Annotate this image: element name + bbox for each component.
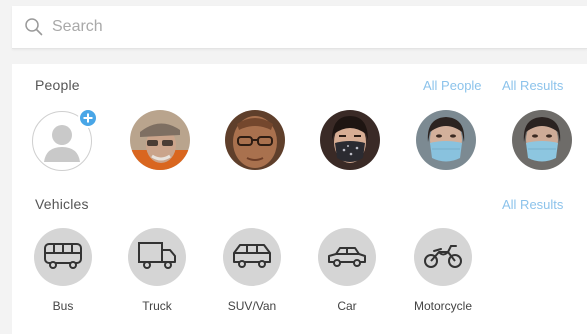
- car-icon: [328, 247, 366, 267]
- truck-icon: [138, 242, 176, 269]
- person-avatar-4[interactable]: [416, 110, 476, 170]
- plus-icon: [78, 108, 98, 128]
- vehicle-label: Truck: [142, 299, 172, 313]
- vehicle-label: Motorcycle: [413, 299, 472, 313]
- all-people-link[interactable]: All People: [423, 78, 482, 93]
- motorcycle-icon: [424, 245, 462, 268]
- bus-icon: [44, 243, 82, 269]
- vehicles-section-title: Vehicles: [35, 196, 89, 212]
- person-avatar-2[interactable]: [225, 110, 285, 170]
- search-icon: [25, 18, 43, 36]
- vehicle-label: Bus: [52, 299, 74, 313]
- vehicle-bus[interactable]: Bus: [28, 228, 98, 313]
- vehicle-truck[interactable]: Truck: [122, 228, 192, 313]
- person-avatar-1[interactable]: [130, 110, 190, 170]
- vehicle-car[interactable]: Car: [312, 228, 382, 313]
- search-input[interactable]: [52, 15, 472, 39]
- person-avatar-5[interactable]: [512, 110, 572, 170]
- vehicle-label: SUV/Van: [227, 299, 277, 313]
- person-avatar-3[interactable]: [320, 110, 380, 170]
- vehicle-label: Car: [337, 299, 357, 313]
- suv-van-icon: [233, 244, 271, 268]
- search-bar[interactable]: [12, 6, 587, 49]
- vehicle-suv-van[interactable]: SUV/Van: [217, 228, 287, 313]
- people-all-results-link[interactable]: All Results: [502, 78, 563, 93]
- vehicles-all-results-link[interactable]: All Results: [502, 197, 563, 212]
- results-panel: People All People All Results Vehicles A…: [12, 64, 587, 334]
- vehicle-motorcycle[interactable]: Motorcycle: [408, 228, 478, 313]
- people-section-title: People: [35, 77, 80, 93]
